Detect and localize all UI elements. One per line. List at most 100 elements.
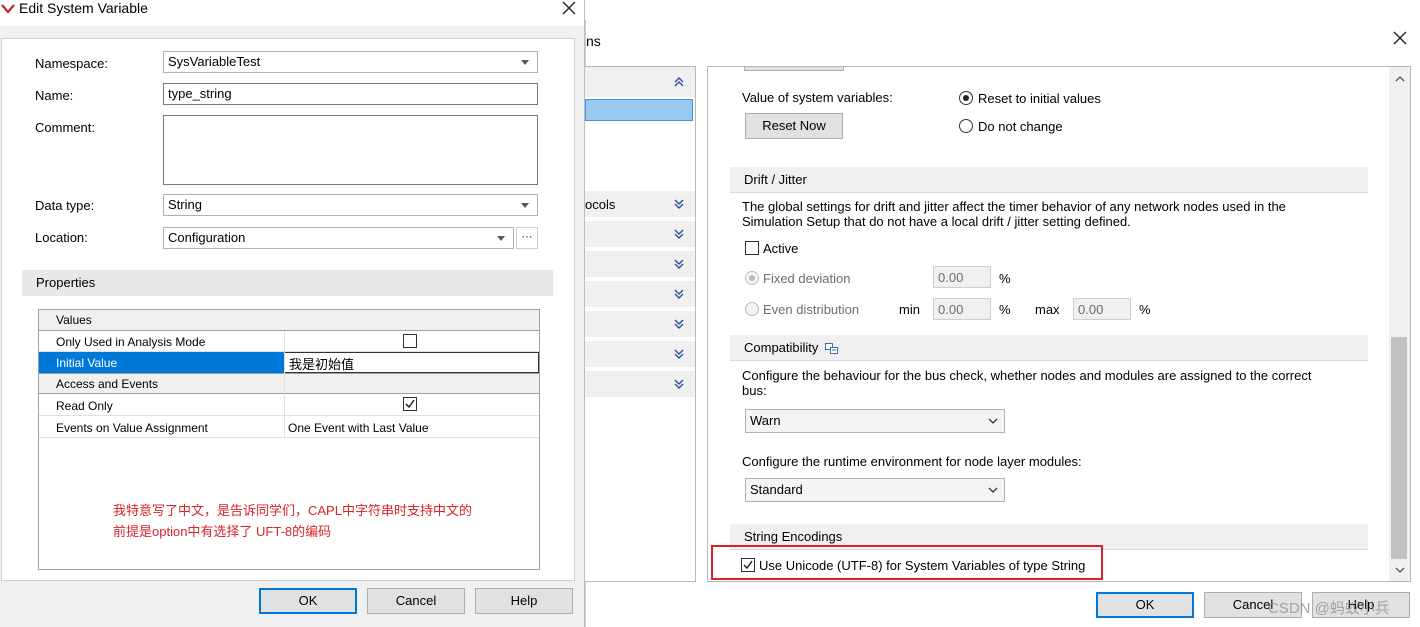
grid-row-label: Events on Value Assignment	[56, 421, 208, 435]
drift-desc-line1: The global settings for drift and jitter…	[742, 199, 1286, 214]
read-only-checkbox[interactable]	[403, 397, 417, 411]
percent-label: %	[1139, 302, 1151, 317]
nav-item-5[interactable]	[585, 281, 695, 307]
grid-row-initial-value[interactable]: Initial Value 我是初始值	[39, 352, 539, 373]
namespace-label: Namespace:	[35, 56, 108, 71]
initial-value-input[interactable]: 我是初始值	[284, 352, 539, 373]
max-input[interactable]: 0.00	[1073, 298, 1131, 320]
min-label: min	[899, 302, 920, 317]
events-value[interactable]: One Event with Last Value	[288, 421, 429, 435]
nav-header[interactable]	[585, 67, 695, 97]
chevron-down-icon	[988, 487, 998, 493]
property-grid: Values Only Used in Analysis Mode Initia…	[38, 309, 540, 570]
ok-button[interactable]: OK	[259, 588, 357, 614]
scrollbar-thumb[interactable]	[1391, 337, 1407, 559]
bus-desc-line1: Configure the behaviour for the bus chec…	[742, 368, 1312, 383]
chevron-down-icon[interactable]	[674, 289, 684, 299]
bus-desc-line2: bus:	[742, 383, 767, 398]
radio-reset-initial[interactable]	[959, 91, 973, 105]
chevron-down-icon[interactable]	[674, 319, 684, 329]
info-icon[interactable]	[825, 342, 839, 354]
scroll-up-icon[interactable]	[1395, 75, 1405, 83]
options-title: ns	[586, 33, 601, 49]
nav-item-4[interactable]	[585, 251, 695, 277]
max-label: max	[1035, 302, 1060, 317]
comment-textarea[interactable]	[163, 115, 538, 185]
annotation-line2: 前提是option中有选择了 UFT-8的编码	[113, 524, 332, 539]
datatype-value: String	[168, 197, 202, 212]
grid-row-label: Read Only	[56, 399, 113, 413]
nav-item-6[interactable]	[585, 311, 695, 337]
radio-dot	[963, 95, 969, 101]
annotation-line1: 我特意写了中文，是告诉同学们，CAPL中字符串时支持中文的	[113, 503, 472, 518]
edit-sysvar-dialog: Edit System Variable Namespace: SysVaria…	[0, 0, 585, 627]
location-select[interactable]: Configuration	[163, 227, 514, 249]
cancel-button[interactable]: Cancel	[367, 588, 465, 614]
compat-header-label: Compatibility	[744, 340, 819, 355]
watermark: CSDN @蚂蚁小兵	[1268, 600, 1390, 617]
nav-item-7[interactable]	[585, 341, 695, 367]
utf8-checkbox[interactable]	[741, 558, 755, 572]
checkmark-icon	[405, 399, 415, 409]
nav-item-protocols[interactable]: ocols	[585, 191, 695, 217]
datatype-label: Data type:	[35, 198, 95, 213]
location-browse-button[interactable]: ···	[516, 227, 538, 249]
nav-item-8[interactable]	[585, 371, 695, 397]
chevron-down-icon	[988, 418, 998, 424]
app-logo-icon	[1, 2, 15, 14]
radio-dot	[749, 275, 755, 281]
active-checkbox[interactable]	[745, 241, 759, 255]
chevron-down-icon[interactable]	[674, 229, 684, 239]
close-icon[interactable]	[1392, 30, 1408, 46]
radio-even-distribution[interactable]	[745, 302, 759, 316]
location-label: Location:	[35, 230, 88, 245]
percent-label: %	[999, 302, 1011, 317]
grid-row-events[interactable]: Events on Value Assignment One Event wit…	[39, 416, 539, 438]
settings-scrollbar[interactable]	[1389, 67, 1410, 581]
close-icon[interactable]	[561, 0, 577, 16]
fixed-deviation-input[interactable]: 0.00	[933, 266, 991, 288]
options-nav-panel: ocols	[585, 66, 696, 582]
grid-row-analysis-mode[interactable]: Only Used in Analysis Mode	[39, 331, 539, 352]
grid-row-label: Initial Value	[56, 356, 118, 370]
comment-label: Comment:	[35, 120, 95, 135]
reset-now-button[interactable]: Reset Now	[745, 113, 843, 139]
grid-group-values[interactable]: Values	[39, 310, 539, 331]
bus-check-value: Warn	[750, 413, 781, 428]
chevron-up-icon[interactable]	[674, 77, 684, 87]
radio-fixed-deviation[interactable]	[745, 271, 759, 285]
options-settings-panel: Value of system variables: Reset Now Res…	[707, 66, 1411, 582]
active-label: Active	[763, 241, 799, 256]
analysis-mode-checkbox[interactable]	[403, 334, 417, 348]
options-ok-button[interactable]: OK	[1096, 592, 1194, 618]
nav-item-3[interactable]	[585, 221, 695, 247]
sysvars-value-label: Value of system variables:	[742, 90, 893, 105]
chevron-down-icon[interactable]	[674, 349, 684, 359]
min-input[interactable]: 0.00	[933, 298, 991, 320]
percent-label: %	[999, 271, 1011, 286]
runtime-desc: Configure the runtime environment for no…	[742, 454, 1082, 469]
runtime-select[interactable]: Standard	[745, 478, 1005, 502]
chevron-down-icon[interactable]	[674, 259, 684, 269]
runtime-value: Standard	[750, 482, 803, 497]
nav-item-label: ocols	[585, 197, 616, 212]
nav-item-selected[interactable]	[585, 99, 693, 121]
namespace-select[interactable]: SysVariableTest	[163, 51, 538, 73]
scroll-down-icon[interactable]	[1395, 566, 1405, 574]
grid-column-divider	[284, 331, 285, 438]
dropdown-arrow-icon	[521, 60, 529, 65]
datatype-select[interactable]: String	[163, 194, 538, 216]
dialog-title: Edit System Variable	[19, 0, 148, 16]
name-input[interactable]: type_string	[163, 83, 538, 105]
help-button[interactable]: Help	[475, 588, 573, 614]
drift-header: Drift / Jitter	[730, 167, 1368, 193]
grid-group-access[interactable]: Access and Events	[39, 373, 539, 394]
radio-do-not-change[interactable]	[959, 119, 973, 133]
drift-desc-line2: Simulation Setup that do not have a loca…	[742, 214, 1131, 229]
partial-button[interactable]	[744, 67, 844, 71]
chevron-down-icon[interactable]	[674, 379, 684, 389]
bus-check-select[interactable]: Warn	[745, 409, 1005, 433]
chevron-down-icon[interactable]	[674, 199, 684, 209]
grid-row-read-only[interactable]: Read Only	[39, 394, 539, 416]
dropdown-arrow-icon	[521, 203, 529, 208]
